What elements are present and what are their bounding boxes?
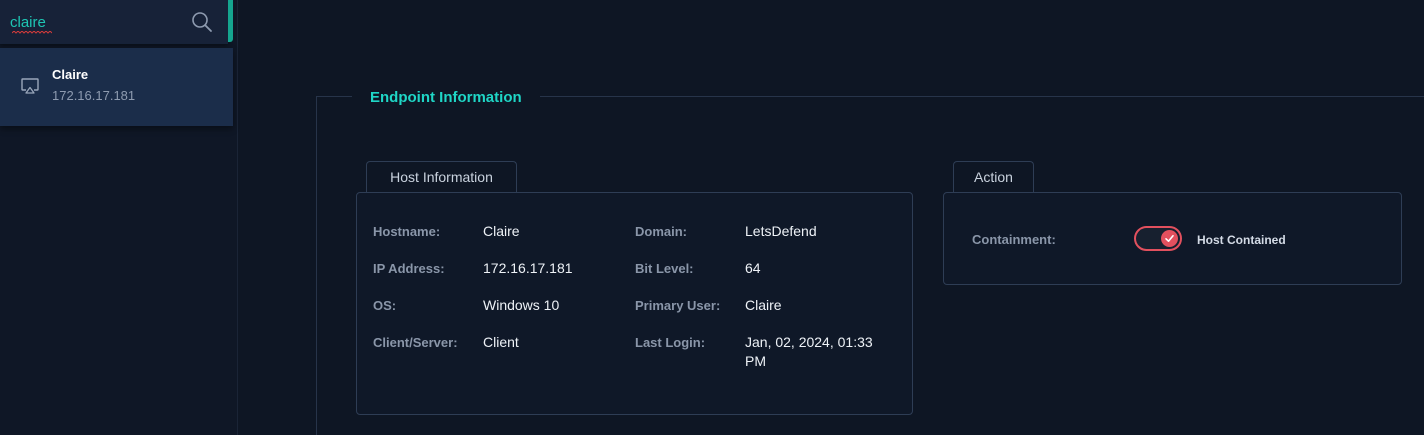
ip-address-label: IP Address: xyxy=(373,261,445,276)
spellcheck-underline xyxy=(12,31,52,34)
client-server-label: Client/Server: xyxy=(373,335,458,350)
last-login-value: Jan, 02, 2024, 01:33 PM xyxy=(745,334,873,369)
domain-value: LetsDefend xyxy=(745,223,817,239)
endpoint-name: Claire xyxy=(52,67,89,82)
bit-level-value: 64 xyxy=(745,260,761,276)
scrollbar-thumb[interactable] xyxy=(228,0,233,42)
monitor-icon xyxy=(21,78,39,94)
tab-action: Action xyxy=(953,161,1034,192)
last-login-label: Last Login: xyxy=(635,335,706,350)
sidebar: Claire 172.16.17.181 xyxy=(0,0,238,435)
host-information-panel: Hostname: Claire IP Address: 172.16.17.1… xyxy=(356,192,913,415)
ip-address-value: 172.16.17.181 xyxy=(483,260,573,276)
section-border xyxy=(316,96,317,435)
checkmark-icon xyxy=(1165,235,1174,242)
containment-status: Host Contained xyxy=(1197,233,1286,247)
page-title: Endpoint Information xyxy=(352,88,540,108)
endpoint-ip: 172.16.17.181 xyxy=(52,88,136,103)
os-label: OS: xyxy=(373,298,397,313)
primary-user-label: Primary User: xyxy=(635,298,721,313)
hostname-value: Claire xyxy=(483,223,520,239)
hostname-label: Hostname: xyxy=(373,224,441,239)
containment-toggle[interactable] xyxy=(1134,226,1182,251)
os-value: Windows 10 xyxy=(483,297,560,313)
toggle-knob xyxy=(1161,230,1178,247)
bit-level-label: Bit Level: xyxy=(635,261,694,276)
domain-label: Domain: xyxy=(635,224,687,239)
list-item[interactable]: Claire 172.16.17.181 xyxy=(0,48,233,126)
search-bar xyxy=(0,0,228,44)
primary-user-value: Claire xyxy=(745,297,782,313)
client-server-value: Client xyxy=(483,334,519,350)
search-icon[interactable] xyxy=(191,11,213,33)
tab-host-information: Host Information xyxy=(366,161,517,192)
containment-label: Containment: xyxy=(972,232,1056,247)
